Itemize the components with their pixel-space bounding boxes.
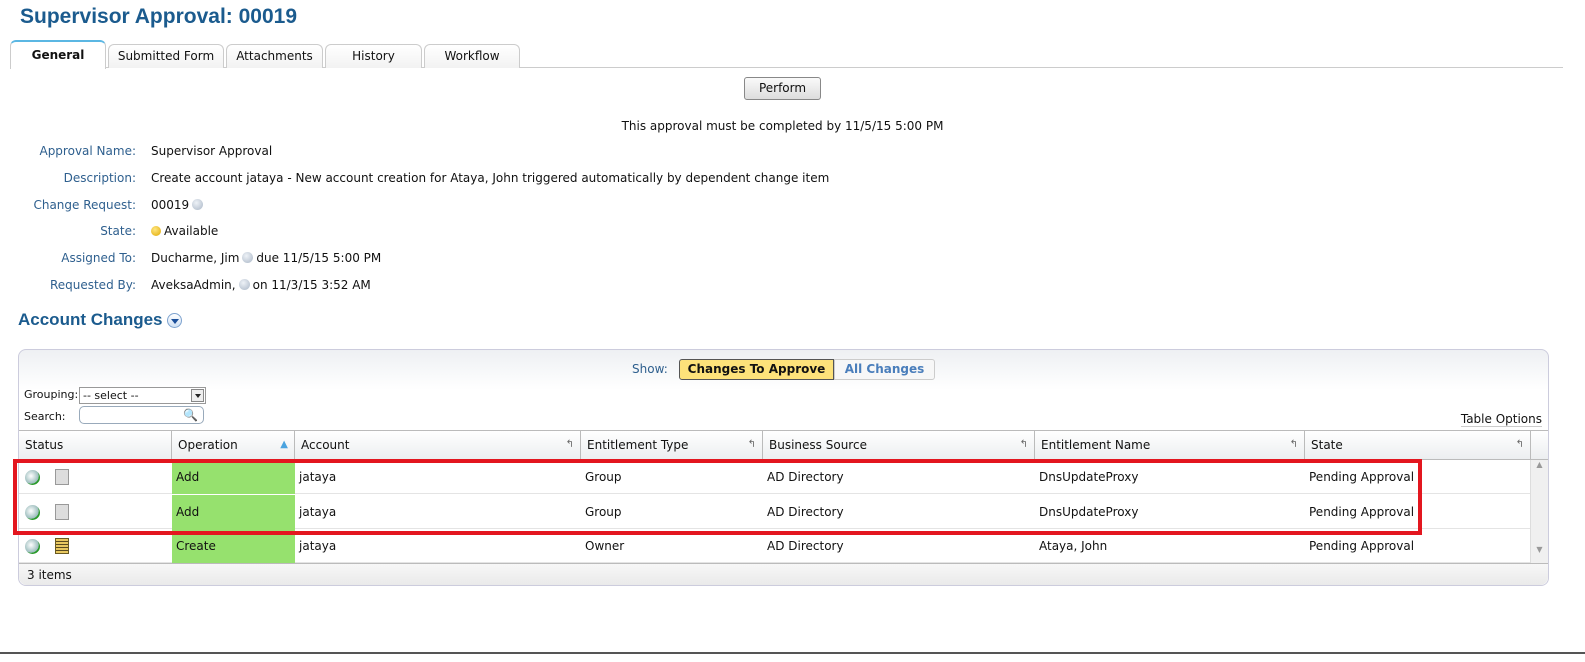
divider <box>0 652 1585 654</box>
info-icon[interactable] <box>192 199 204 210</box>
all-changes-toggle[interactable]: All Changes <box>834 359 935 380</box>
column-header-entitlement-type[interactable]: Entitlement Type ↰ <box>581 431 763 459</box>
tab-submitted-form[interactable]: Submitted Form <box>108 44 224 68</box>
state-label: State: <box>100 224 136 238</box>
column-header-operation[interactable]: Operation ▲ <box>172 431 295 459</box>
tab-attachments[interactable]: Attachments <box>226 44 323 68</box>
table-options-link[interactable]: Table Options <box>1460 412 1542 427</box>
description-value: Create account jataya - New account crea… <box>151 171 830 185</box>
sort-ascending-icon[interactable]: ▲ <box>280 431 288 459</box>
account-icon <box>55 538 69 554</box>
sort-icon[interactable]: ↰ <box>1516 431 1524 459</box>
change-request-label: Change Request: <box>33 198 136 212</box>
header-label: Business Source <box>769 438 867 452</box>
description-label: Description: <box>63 171 136 185</box>
sort-icon[interactable]: ↰ <box>566 431 574 459</box>
state-field: Available <box>151 224 218 238</box>
header-label: Entitlement Name <box>1041 438 1151 452</box>
table-footer: 3 items <box>19 563 1548 585</box>
requested-by-value: AveksaAdmin, <box>151 278 236 292</box>
section-title: Account Changes <box>18 310 182 330</box>
show-label: Show: <box>632 362 668 376</box>
pending-status-icon <box>25 539 40 554</box>
requested-by-label: Requested By: <box>49 278 136 292</box>
grouping-select[interactable]: -- select -- <box>79 387 206 404</box>
approval-name-value: Supervisor Approval <box>151 144 273 158</box>
column-header-account[interactable]: Account ↰ <box>295 431 581 459</box>
scroll-up-icon[interactable]: ▲ <box>1531 460 1548 469</box>
section-title-text: Account Changes <box>18 310 163 329</box>
assigned-to-label: Assigned To: <box>61 251 136 265</box>
header-label: Account <box>301 438 350 452</box>
grouping-value: -- select -- <box>83 389 139 402</box>
state-value: Available <box>164 224 219 238</box>
assigned-to-value: Ducharme, Jim <box>151 251 240 265</box>
sort-icon[interactable]: ↰ <box>1020 431 1028 459</box>
highlight-box <box>13 459 1422 535</box>
column-header-state[interactable]: State ↰ <box>1305 431 1531 459</box>
tab-general[interactable]: General <box>10 40 106 69</box>
info-icon[interactable] <box>242 252 254 263</box>
sort-icon[interactable]: ↰ <box>748 431 756 459</box>
due-notice: This approval must be completed by 11/5/… <box>621 119 944 133</box>
dropdown-arrow-icon[interactable] <box>191 389 204 402</box>
column-header-status[interactable]: Status <box>19 431 172 459</box>
header-label: State <box>1311 438 1343 452</box>
sort-icon[interactable]: ↰ <box>1290 431 1298 459</box>
approval-name-label: Approval Name: <box>39 144 136 158</box>
search-input[interactable]: 🔍 <box>79 406 204 424</box>
column-header-business-source[interactable]: Business Source ↰ <box>763 431 1035 459</box>
due-date: due 11/5/15 5:00 PM <box>256 251 382 265</box>
perform-button[interactable]: Perform <box>744 77 821 100</box>
page-title: Supervisor Approval: 00019 <box>20 5 297 28</box>
header-label: Entitlement Type <box>587 438 689 452</box>
header-label: Operation <box>178 438 238 452</box>
change-request-value[interactable]: 00019 <box>151 198 189 212</box>
change-request-field: 00019 <box>151 198 206 212</box>
requested-date: on 11/3/15 3:52 AM <box>252 278 371 292</box>
scroll-down-icon[interactable]: ▼ <box>1531 545 1548 554</box>
table-header: Status Operation ▲ Account ↰ Entitlement T… <box>19 430 1548 460</box>
table-scrollbar[interactable]: ▲ ▼ <box>1530 460 1548 563</box>
collapse-chevron-icon[interactable] <box>166 313 182 328</box>
header-label: Status <box>25 438 64 452</box>
requested-by-field: AveksaAdmin, on 11/3/15 3:52 AM <box>151 278 371 292</box>
info-icon[interactable] <box>238 279 250 290</box>
status-dot-icon <box>151 226 161 236</box>
assigned-to-field: Ducharme, Jim due 11/5/15 5:00 PM <box>151 251 381 265</box>
column-header-entitlement-name[interactable]: Entitlement Name ↰ <box>1035 431 1305 459</box>
changes-to-approve-toggle[interactable]: Changes To Approve <box>679 359 834 380</box>
grouping-label: Grouping: <box>24 388 79 401</box>
tab-workflow[interactable]: Workflow <box>424 44 520 68</box>
search-label: Search: <box>24 410 66 423</box>
tab-bar: General Submitted Form Attachments Histo… <box>10 40 1563 69</box>
search-icon[interactable]: 🔍 <box>183 408 198 422</box>
tab-history[interactable]: History <box>325 44 422 68</box>
